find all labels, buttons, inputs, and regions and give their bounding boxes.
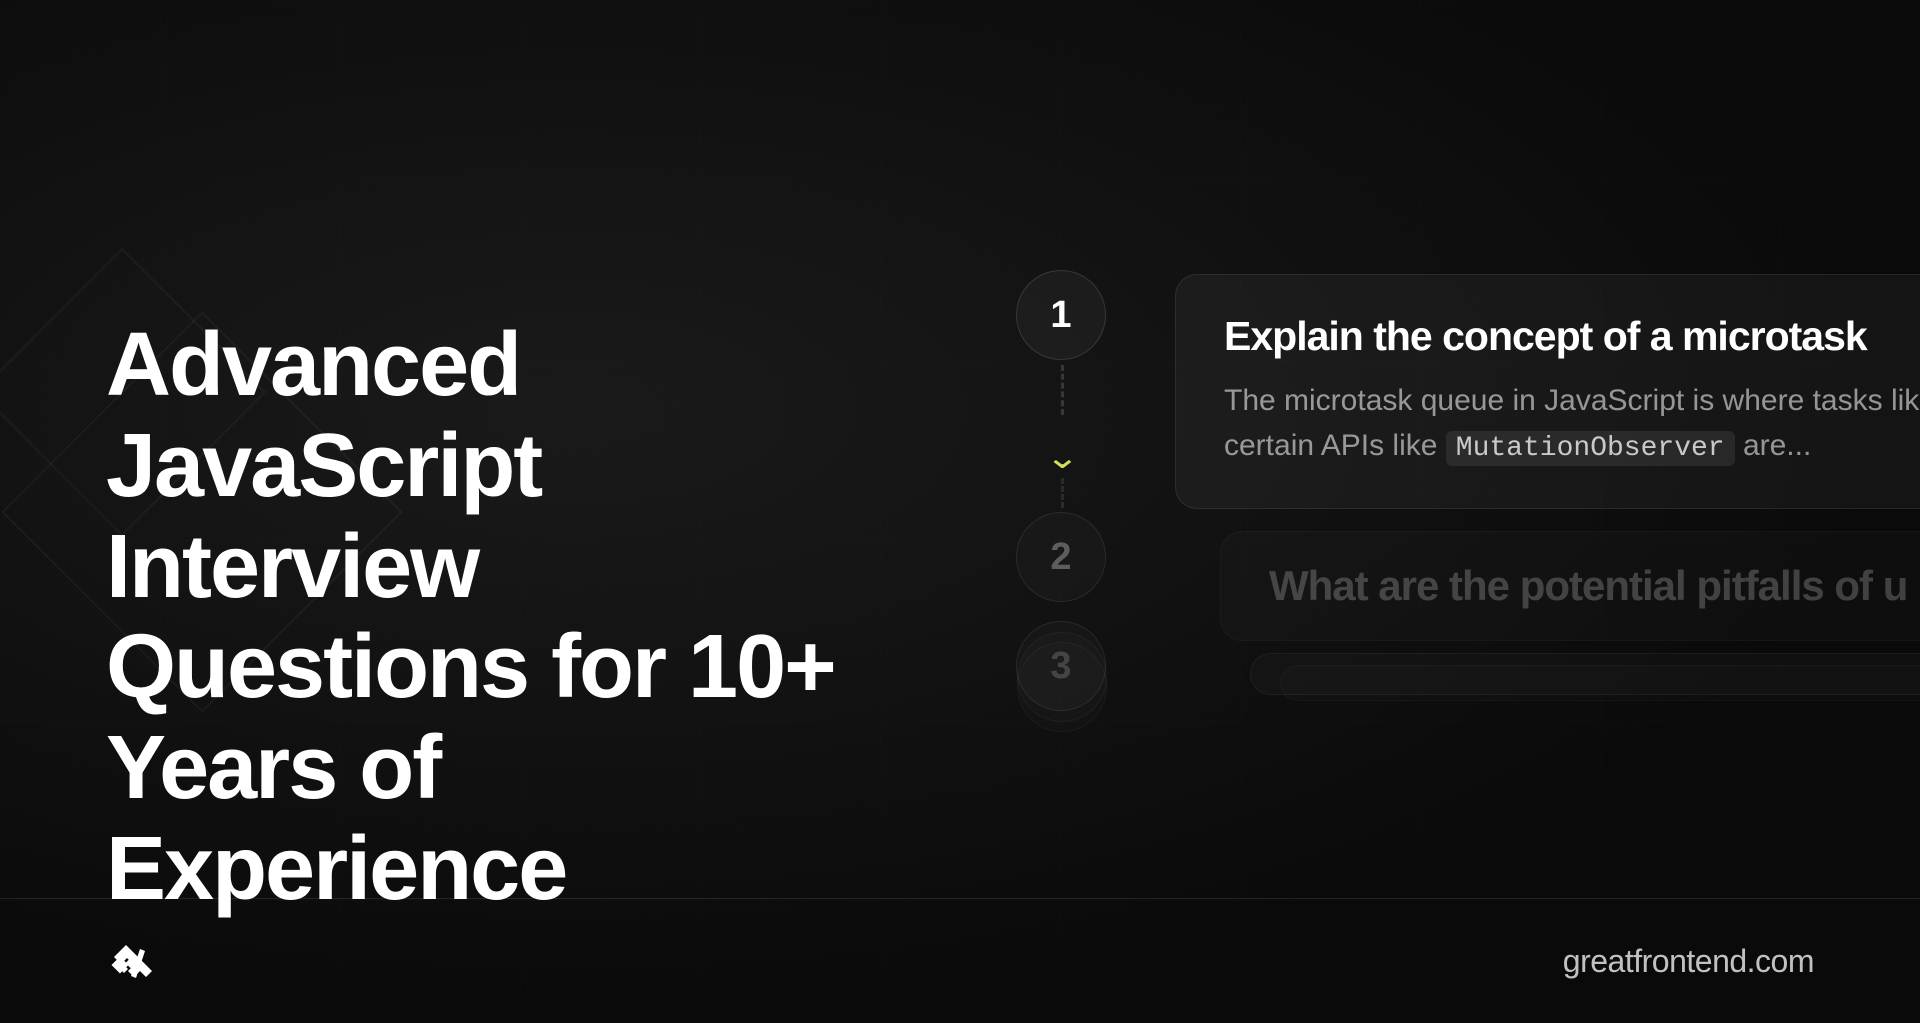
card-shadow — [1250, 653, 1920, 695]
desc-text: certain APIs like — [1224, 429, 1446, 462]
desc-text: are... — [1735, 429, 1812, 462]
card-1-description: The microtask queue in JavaScript is whe… — [1224, 378, 1920, 470]
stepper-connector-1 — [1061, 365, 1064, 415]
step-2-number: 2 — [1050, 536, 1071, 579]
desc-text: The microtask queue in JavaScript is whe… — [1224, 384, 1920, 417]
code-token: MutationObserver — [1446, 431, 1735, 466]
card-1-title: Explain the concept of a microtask — [1224, 313, 1920, 360]
card-2-title: What are the potential pitfalls of u — [1269, 562, 1920, 610]
site-url: greatfrontend.com — [1563, 943, 1814, 980]
page-title: Advanced JavaScript Interview Questions … — [106, 315, 886, 920]
footer: greatfrontend.com — [0, 899, 1920, 1023]
stepper-connector-2 — [1061, 478, 1064, 508]
chevron-down-icon: ⌄ — [1045, 438, 1080, 476]
question-card-1: Explain the concept of a microtask The m… — [1175, 274, 1920, 509]
step-2-circle: 2 — [1016, 512, 1106, 602]
step-3-number: 3 — [1050, 645, 1071, 688]
stepper: 1 ⌄ 2 3 — [1016, 270, 1106, 711]
step-3-circle: 3 — [1016, 621, 1106, 711]
brand-logo-icon — [106, 931, 166, 991]
step-1-number: 1 — [1050, 294, 1071, 337]
main-content: Advanced JavaScript Interview Questions … — [106, 315, 886, 920]
cards-container: Explain the concept of a microtask The m… — [1175, 274, 1920, 701]
question-card-2: What are the potential pitfalls of u — [1220, 531, 1920, 641]
step-1-circle: 1 — [1016, 270, 1106, 360]
